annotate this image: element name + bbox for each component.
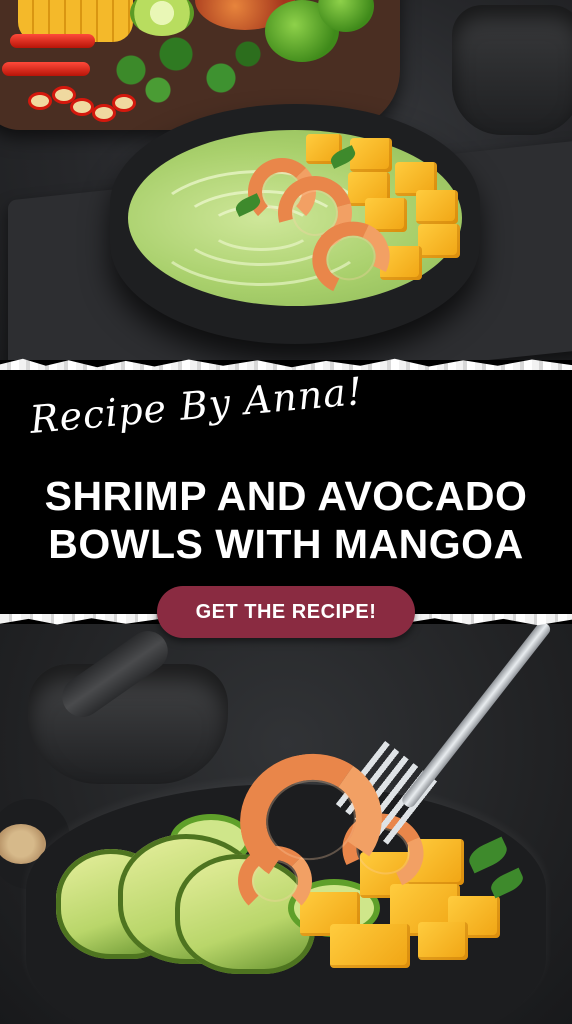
recipe-title-line-1: SHRIMP AND AVOCADO (44, 473, 528, 519)
get-recipe-button[interactable]: GET THE RECIPE! (157, 586, 415, 638)
mango-cube (416, 190, 458, 224)
top-food-photo (0, 0, 572, 380)
mango-cube (350, 138, 392, 172)
recipe-title: SHRIMP AND AVOCADO BOWLS WITH MANGOA (0, 472, 572, 568)
mango-cube (418, 224, 460, 258)
bottom-food-photo (0, 624, 572, 1024)
mango-cube (418, 922, 468, 960)
red-chili (10, 34, 95, 48)
red-chili (2, 62, 90, 76)
cilantro (95, 30, 275, 110)
recipe-pin: Recipe By Anna! SHRIMP AND AVOCADO BOWLS… (0, 0, 572, 1024)
mango-cube (330, 924, 410, 968)
chili-slice (28, 92, 52, 110)
mortar (452, 5, 572, 135)
chili-slice (70, 98, 94, 116)
fork-handle (399, 624, 553, 810)
recipe-title-line-2: BOWLS WITH MANGOA (48, 521, 524, 567)
